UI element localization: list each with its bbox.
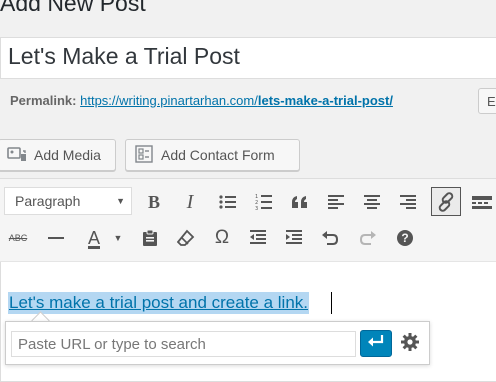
title-input-value[interactable]: Let's Make a Trial Post [8, 43, 488, 70]
paste-as-text-button[interactable] [136, 224, 164, 252]
permalink-link[interactable]: https://writing.pinartarhan.com/lets-mak… [80, 93, 393, 108]
link-url-input[interactable] [11, 331, 356, 357]
special-character-button[interactable]: Ω [208, 224, 236, 252]
text-color-dropdown[interactable]: ▼ [110, 224, 126, 252]
permalink-row: Permalink: https://writing.pinartarhan.c… [10, 93, 393, 108]
indent-icon [285, 230, 303, 246]
add-contact-form-label: Add Contact Form [161, 147, 275, 163]
format-select[interactable]: Paragraph ▼ [4, 187, 132, 215]
undo-button[interactable] [316, 224, 344, 252]
read-more-button[interactable] [467, 188, 495, 216]
enter-icon [367, 334, 385, 353]
gear-icon [400, 332, 420, 357]
contact-form-icon [134, 144, 154, 167]
redo-button[interactable] [354, 224, 382, 252]
permalink-slug[interactable]: lets-make-a-trial-post/ [258, 93, 393, 108]
horizontal-line-icon [48, 236, 64, 240]
add-media-label: Add Media [34, 147, 101, 163]
page-heading: Add New Post [0, 0, 146, 16]
insert-link-button[interactable] [431, 187, 461, 216]
strikethrough-button[interactable]: ABC [4, 224, 32, 252]
apply-link-button[interactable] [360, 330, 392, 357]
clipboard-icon [141, 229, 159, 247]
chevron-down-icon: ▼ [113, 233, 123, 243]
bulleted-list-button[interactable] [214, 188, 242, 216]
add-media-button[interactable]: Add Media [0, 139, 116, 171]
align-center-button[interactable] [358, 188, 386, 216]
numbered-list-button[interactable]: 123 [250, 188, 278, 216]
help-icon: ? [397, 230, 413, 246]
horizontal-line-button[interactable] [42, 224, 70, 252]
chevron-down-icon: ▼ [116, 196, 125, 206]
strikethrough-icon: ABC [8, 233, 28, 243]
align-right-button[interactable] [394, 188, 422, 216]
permalink-label: Permalink: [10, 93, 77, 108]
add-contact-form-button[interactable]: Add Contact Form [125, 139, 300, 171]
bold-icon: B [147, 191, 160, 212]
omega-icon: Ω [214, 227, 230, 248]
decrease-indent-button[interactable] [244, 224, 272, 252]
eraser-icon [177, 229, 195, 247]
italic-button[interactable]: I [176, 188, 204, 216]
selected-link-text[interactable]: Let's make a trial post and create a lin… [8, 292, 310, 314]
numbered-list-icon: 123 [255, 193, 273, 211]
link-icon [436, 191, 456, 212]
redo-icon [359, 230, 377, 246]
link-options-button[interactable] [397, 331, 423, 357]
permalink-base-url[interactable]: https://writing.pinartarhan.com/ [80, 93, 258, 108]
clear-formatting-button[interactable] [172, 224, 200, 252]
text-color-button[interactable]: A [80, 224, 108, 252]
edit-permalink-button[interactable]: Ed [478, 88, 496, 114]
blockquote-icon [291, 195, 309, 209]
outdent-icon [249, 230, 267, 246]
svg-text:3: 3 [255, 206, 258, 211]
align-left-button[interactable] [322, 188, 350, 216]
increase-indent-button[interactable] [280, 224, 308, 252]
undo-icon [321, 230, 339, 246]
keyboard-shortcuts-button[interactable]: ? [391, 224, 419, 252]
align-center-icon [363, 195, 381, 209]
align-right-icon [399, 195, 417, 209]
format-select-value: Paragraph [15, 193, 81, 209]
bulleted-list-icon [219, 194, 237, 210]
text-cursor [331, 292, 332, 314]
read-more-icon [470, 195, 492, 209]
align-left-icon [327, 195, 345, 209]
text-color-icon: A [87, 228, 100, 248]
italic-icon: I [186, 190, 194, 213]
add-media-icon [7, 145, 27, 166]
blockquote-button[interactable] [286, 188, 314, 216]
bold-button[interactable]: B [140, 188, 168, 216]
